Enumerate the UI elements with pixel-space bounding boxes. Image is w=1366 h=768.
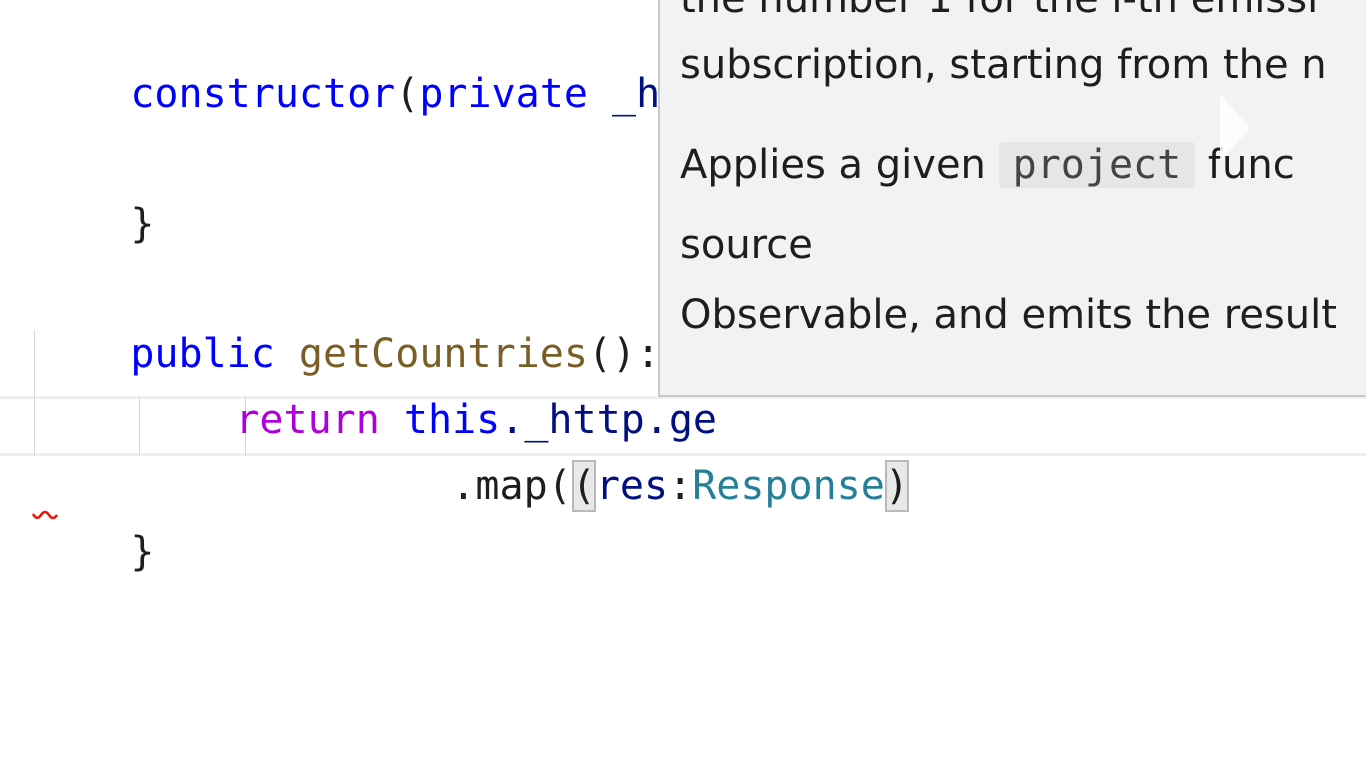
code-line-constructor[interactable]: constructor(private _htt [34,4,708,117]
hover-doc-line-partial: the number 1 for the i-th emissi [680,0,1318,24]
hover-documentation-popup[interactable]: the number 1 for the i-th emissi subscri… [658,0,1366,397]
hover-doc-text: Applies a given [680,142,986,188]
hover-doc-line: Observable, and emits the result [680,292,1337,338]
code-token-open-paren-match: ( [571,460,596,512]
code-token-modifier: private [419,71,588,117]
code-token-brace: } [130,529,155,575]
hover-doc-line: Applies a given project func [680,140,1295,190]
hover-doc-inline-code: project [998,142,1196,188]
code-line-close-brace[interactable]: } [34,134,154,247]
code-line-get-countries[interactable]: public getCountries():ar [34,264,708,377]
error-squiggle-icon [32,510,58,520]
hover-doc-line: source [680,222,813,268]
code-token-colon: : [668,463,693,509]
hover-doc-line: subscription, starting from the n [680,42,1327,88]
code-line-return[interactable]: return this._http.ge [139,330,717,443]
code-token-brace: } [130,201,155,247]
code-line-map[interactable]: .map((res:Response) [355,396,909,512]
code-editor[interactable]: constructor(private _htt } public getCou… [0,0,1366,768]
code-token-method: .map( [451,463,572,509]
code-token-close-paren-match: ) [884,460,909,512]
code-token-param: res [595,463,669,509]
play-arrow-icon [1220,94,1250,162]
code-token-punct: ( [395,71,420,117]
code-token-keyword: constructor [130,71,396,117]
code-token-type: Response [692,463,885,509]
